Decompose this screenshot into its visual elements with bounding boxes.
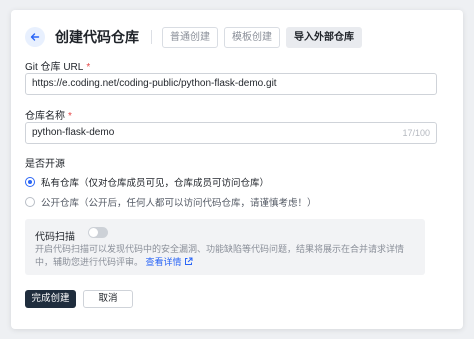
- code-scan-title: 代码扫描: [35, 232, 75, 243]
- tab-import-external[interactable]: 导入外部仓库: [286, 26, 362, 48]
- header-divider: [151, 30, 152, 44]
- open-source-label: 是否开源: [25, 159, 65, 170]
- page-header: 创建代码仓库 普通创建 模板创建 导入外部仓库: [25, 24, 449, 50]
- arrow-left-icon: [30, 33, 40, 41]
- tab-template-create[interactable]: 模板创建: [224, 26, 280, 48]
- cancel-button[interactable]: 取消: [83, 290, 133, 308]
- back-button[interactable]: [25, 27, 45, 47]
- radio-public[interactable]: 公开仓库（公开后，任何人都可以访问代码仓库，请谨慎考虑！）: [25, 195, 317, 209]
- repo-name-value: python-flask-demo: [32, 127, 115, 138]
- code-scan-panel: 代码扫描 开启代码扫描可以发现代码中的安全漏洞、功能缺陷等代码问题，结果将展示在…: [25, 219, 425, 275]
- git-url-value: https://e.coding.net/coding-public/pytho…: [32, 78, 277, 89]
- create-repo-card: 创建代码仓库 普通创建 模板创建 导入外部仓库 Git 仓库 URL * http…: [11, 10, 463, 329]
- radio-private-circle[interactable]: [25, 177, 35, 187]
- required-mark: *: [68, 111, 72, 122]
- radio-public-label: 公开仓库（公开后，任何人都可以访问代码仓库，请谨慎考虑！）: [41, 198, 317, 209]
- git-url-input[interactable]: https://e.coding.net/coding-public/pytho…: [25, 73, 437, 95]
- radio-private[interactable]: 私有仓库（仅对仓库成员可见，仓库成员可访问仓库）: [25, 175, 269, 189]
- submit-button[interactable]: 完成创建: [25, 290, 76, 308]
- code-scan-description: 开启代码扫描可以发现代码中的安全漏洞、功能缺陷等代码问题，结果将展示在合并请求详…: [35, 243, 419, 269]
- page-title: 创建代码仓库: [55, 29, 139, 45]
- git-url-label: Git 仓库 URL *: [25, 58, 90, 73]
- required-mark: *: [86, 62, 91, 73]
- code-scan-description-text: 开启代码扫描可以发现代码中的安全漏洞、功能缺陷等代码问题，结果将展示在合并请求详…: [35, 244, 405, 267]
- repo-name-label-text: 仓库名称: [25, 111, 65, 122]
- repo-name-input[interactable]: python-flask-demo 17/100: [25, 122, 437, 144]
- view-details-link[interactable]: 查看详情: [146, 257, 193, 267]
- code-scan-toggle[interactable]: [88, 227, 108, 238]
- char-counter: 17/100: [402, 128, 430, 138]
- tab-normal-create[interactable]: 普通创建: [162, 26, 218, 48]
- view-details-label: 查看详情: [145, 257, 182, 267]
- external-link-icon: [184, 257, 193, 265]
- radio-public-circle[interactable]: [25, 197, 35, 207]
- git-url-label-text: Git 仓库 URL: [25, 62, 84, 73]
- repo-name-label: 仓库名称 *: [25, 107, 72, 122]
- radio-private-label: 私有仓库（仅对仓库成员可见，仓库成员可访问仓库）: [41, 178, 270, 189]
